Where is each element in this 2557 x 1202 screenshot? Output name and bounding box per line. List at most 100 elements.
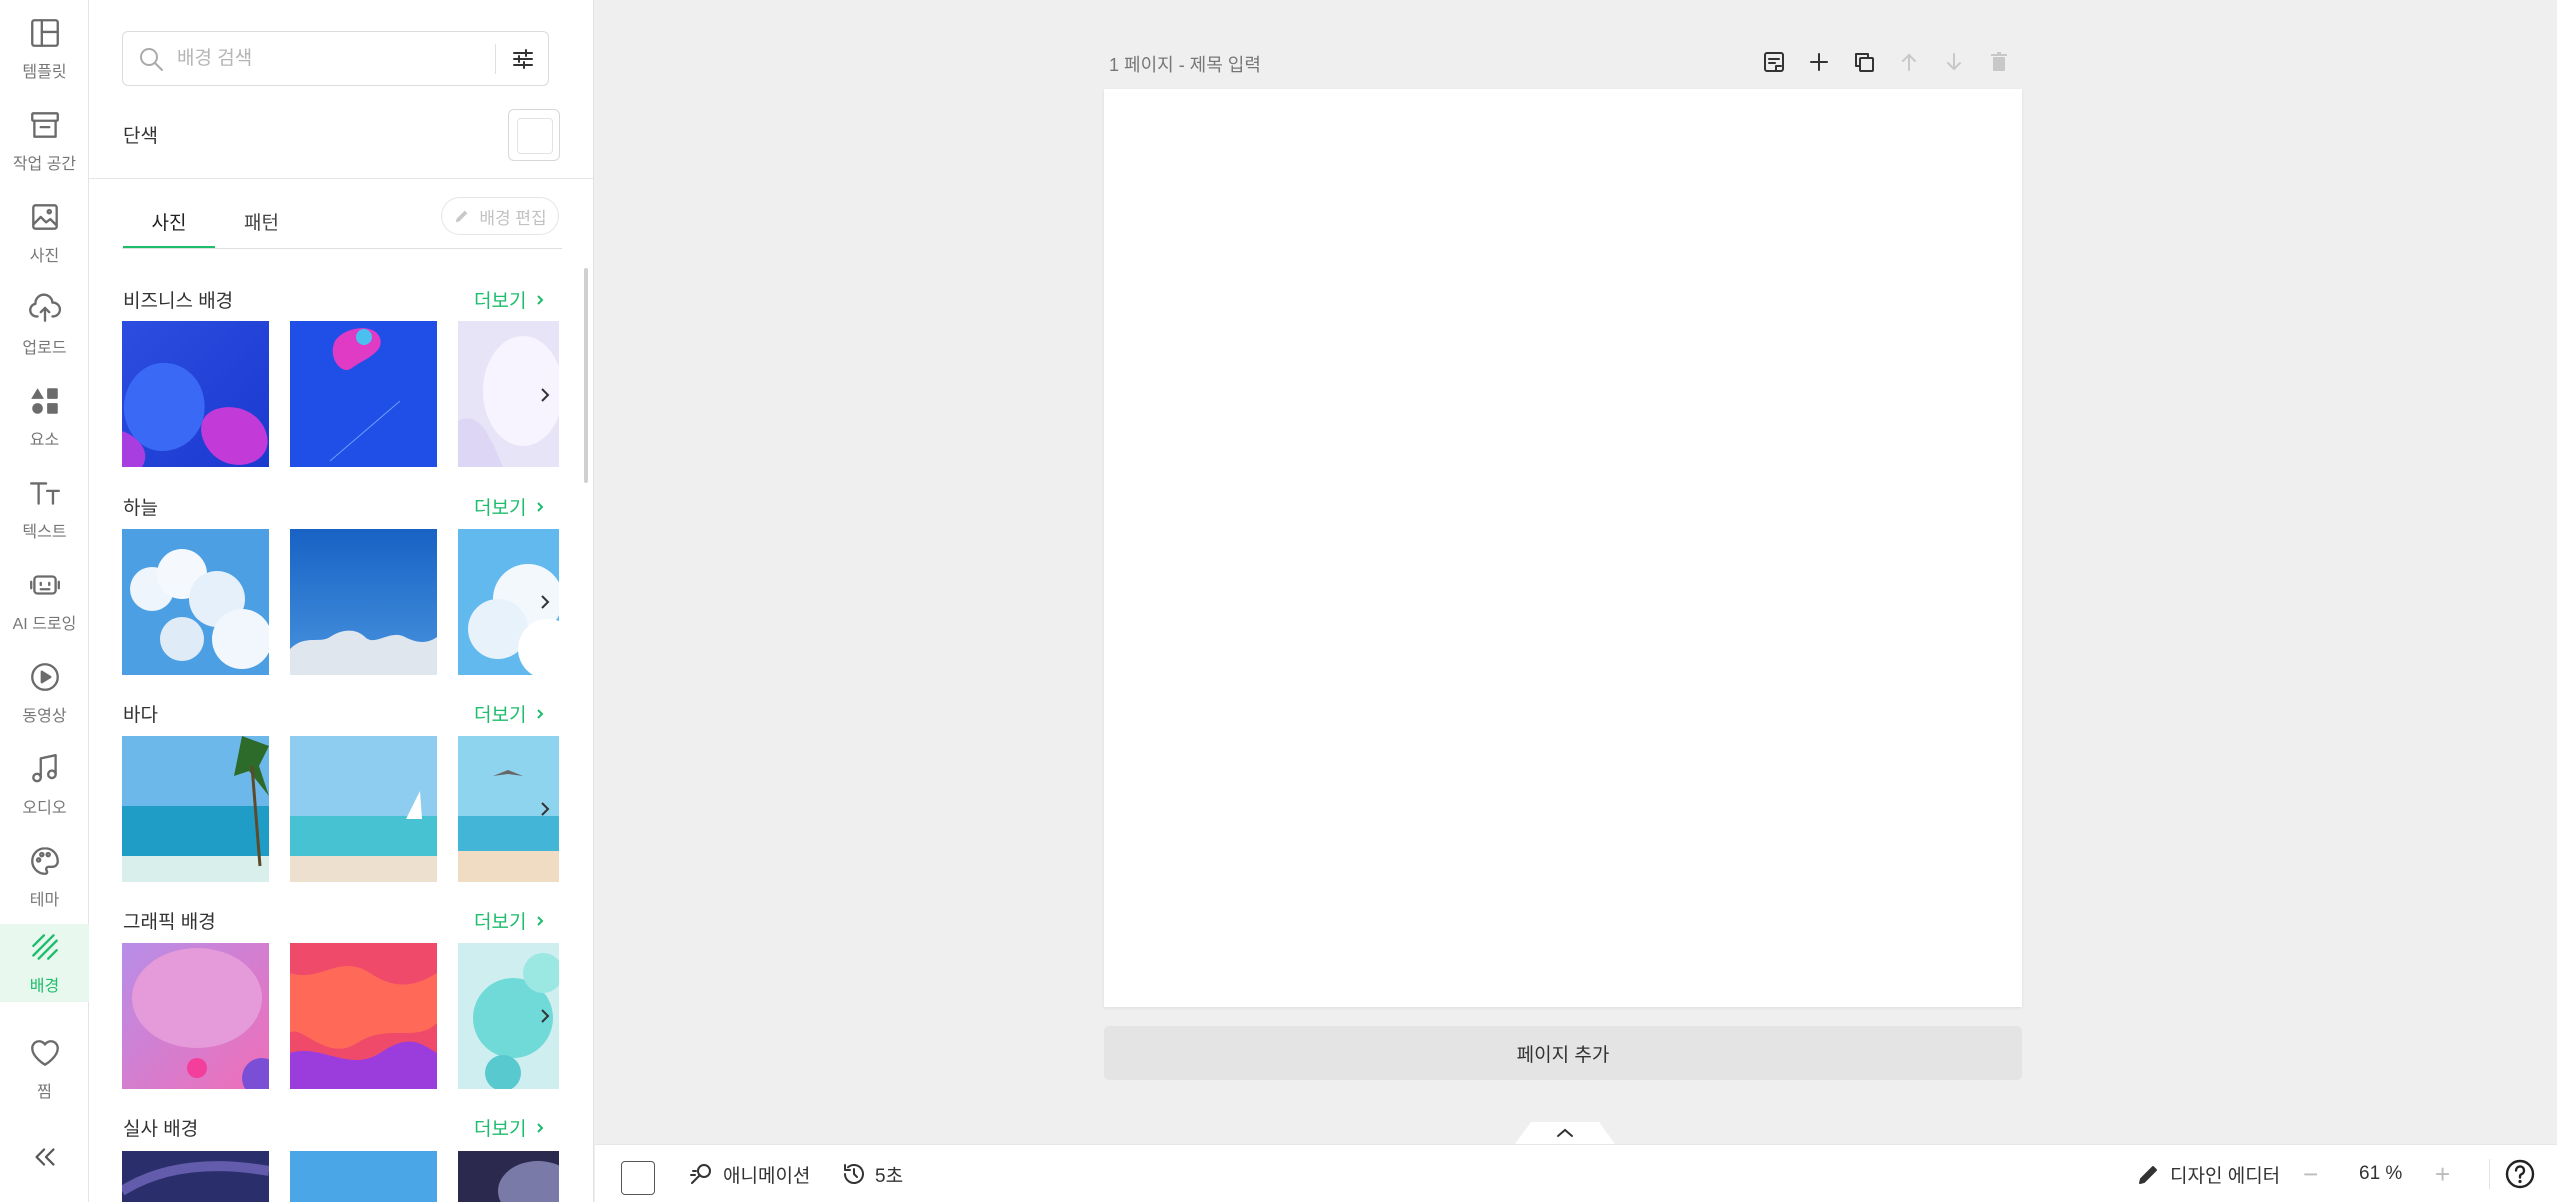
add-page-button[interactable]: 페이지 추가 xyxy=(1104,1026,2022,1080)
zoom-level: 61 % xyxy=(2359,1163,2403,1184)
tab-pattern[interactable]: 패턴 xyxy=(244,208,279,248)
background-thumbnail[interactable] xyxy=(458,1151,559,1202)
more-label: 더보기 xyxy=(474,498,527,519)
divider xyxy=(2489,1159,2490,1189)
music-icon xyxy=(31,754,57,783)
chevron-right-icon[interactable] xyxy=(533,1004,557,1028)
background-thumbnail[interactable] xyxy=(122,943,269,1089)
animation-label: 애니메이션 xyxy=(723,1165,811,1187)
duration-label: 5초 xyxy=(875,1165,904,1187)
pencil-icon xyxy=(456,210,468,223)
zoom-out-button[interactable]: − xyxy=(2303,1145,2318,1202)
more-link[interactable]: 더보기 xyxy=(474,286,546,313)
arrow-up-icon xyxy=(1902,54,1916,71)
more-link[interactable]: 더보기 xyxy=(474,493,546,520)
text-icon xyxy=(29,482,60,505)
section-title: 그래픽 배경 xyxy=(123,912,216,933)
sidebar-item-label: 오디오 xyxy=(22,800,67,817)
animation-wand-icon xyxy=(690,1164,711,1184)
chevron-right-icon[interactable] xyxy=(533,590,557,614)
filter-button[interactable] xyxy=(503,40,543,78)
page-duration-button[interactable]: 5초 xyxy=(841,1145,903,1202)
more-link[interactable]: 더보기 xyxy=(474,1114,546,1141)
edit-background-button[interactable]: 배경 편집 xyxy=(441,197,559,235)
search-icon xyxy=(140,48,163,71)
more-link[interactable]: 더보기 xyxy=(474,700,546,727)
sidebar-item-label: 테마 xyxy=(29,892,60,909)
shapes-icon xyxy=(30,388,58,414)
move-page-up-button[interactable] xyxy=(1895,48,1923,76)
collapse-sidebar-button[interactable] xyxy=(0,1132,89,1182)
page-note-button[interactable] xyxy=(1760,48,1788,76)
delete-page-button[interactable] xyxy=(1985,48,2013,76)
background-thumbnail[interactable] xyxy=(290,321,437,467)
sidebar-item-workspace[interactable]: 작업 공간 xyxy=(0,96,89,186)
double-chevron-left-icon xyxy=(34,1148,55,1166)
page-title[interactable]: 1 페이지 - 제목 입력 xyxy=(1109,51,1261,77)
sidebar-item-ai-drawing[interactable]: AI 드로잉 xyxy=(0,556,89,646)
canvas-page[interactable] xyxy=(1104,89,2022,1007)
image-icon xyxy=(31,204,58,230)
duplicate-page-button[interactable] xyxy=(1850,48,1878,76)
search-input[interactable] xyxy=(177,40,477,78)
sidebar-item-video[interactable]: 동영상 xyxy=(0,648,89,738)
sidebar-item-label: 요소 xyxy=(29,432,60,449)
background-thumbnail[interactable] xyxy=(290,529,437,675)
background-panel: 단색 사진 패턴 배경 편집 비즈니스 배경 더보기 하늘 더보기 바다 더보기 xyxy=(89,0,594,1202)
history-icon xyxy=(844,1164,864,1184)
sidebar-item-background[interactable]: 배경 xyxy=(0,924,89,1002)
background-color-chip[interactable] xyxy=(621,1161,655,1195)
design-editor-button[interactable]: 디자인 에디터 xyxy=(2136,1145,2280,1202)
add-page-icon-button[interactable] xyxy=(1805,48,1833,76)
more-label: 더보기 xyxy=(474,1119,527,1140)
expand-pages-handle[interactable] xyxy=(1515,1122,1615,1144)
search-divider xyxy=(495,44,496,74)
zoom-in-button[interactable]: + xyxy=(2435,1145,2450,1202)
scrollbar[interactable] xyxy=(584,268,588,483)
solid-color-swatch[interactable] xyxy=(508,109,560,161)
background-thumbnail[interactable] xyxy=(290,736,437,882)
more-label: 더보기 xyxy=(474,912,527,933)
tab-photo[interactable]: 사진 xyxy=(123,208,215,249)
help-icon[interactable] xyxy=(2504,1158,2536,1190)
palette-icon xyxy=(30,847,59,875)
sidebar-item-photos[interactable]: 사진 xyxy=(0,188,89,278)
plus-icon xyxy=(1810,53,1828,71)
background-thumbnail[interactable] xyxy=(122,736,269,882)
more-label: 더보기 xyxy=(474,705,527,726)
sidebar-item-label: 업로드 xyxy=(22,340,67,357)
more-link[interactable]: 더보기 xyxy=(474,907,546,934)
background-thumbnail[interactable] xyxy=(122,321,269,467)
sidebar-nav: 템플릿 작업 공간 사진 업로드 요소 텍스트 AI 드로잉 동영상 오디오 테… xyxy=(0,0,89,1202)
sidebar-item-label: 찜 xyxy=(37,1084,52,1101)
background-thumbnail[interactable] xyxy=(122,1151,269,1202)
sidebar-item-theme[interactable]: 테마 xyxy=(0,832,89,922)
background-thumbnail[interactable] xyxy=(290,943,437,1089)
sidebar-item-templates[interactable]: 템플릿 xyxy=(0,4,89,94)
sliders-icon xyxy=(513,49,533,69)
play-icon xyxy=(30,663,59,691)
robot-icon xyxy=(29,575,60,595)
move-page-down-button[interactable] xyxy=(1940,48,1968,76)
chevron-right-icon[interactable] xyxy=(533,797,557,821)
sidebar-item-text[interactable]: 텍스트 xyxy=(0,464,89,554)
page-toolbar xyxy=(1760,48,2013,76)
sidebar-item-upload[interactable]: 업로드 xyxy=(0,280,89,370)
background-thumbnail[interactable] xyxy=(290,1151,437,1202)
arrow-down-icon xyxy=(1947,53,1961,70)
note-icon xyxy=(1764,52,1784,72)
chevron-right-icon[interactable] xyxy=(533,383,557,407)
tabs-underline xyxy=(122,248,562,249)
sidebar-item-label: 텍스트 xyxy=(22,524,67,541)
template-icon xyxy=(30,19,59,47)
archive-icon xyxy=(30,112,59,138)
section-title: 하늘 xyxy=(123,498,158,519)
sidebar-item-audio[interactable]: 오디오 xyxy=(0,740,89,830)
chevron-right-icon xyxy=(537,1122,544,1133)
search-box xyxy=(122,31,549,86)
animation-button[interactable]: 애니메이션 xyxy=(689,1145,810,1202)
background-thumbnail[interactable] xyxy=(122,529,269,675)
sidebar-item-elements[interactable]: 요소 xyxy=(0,372,89,462)
sidebar-item-favorites[interactable]: 찜 xyxy=(0,1024,89,1114)
chevron-right-icon xyxy=(537,501,544,512)
